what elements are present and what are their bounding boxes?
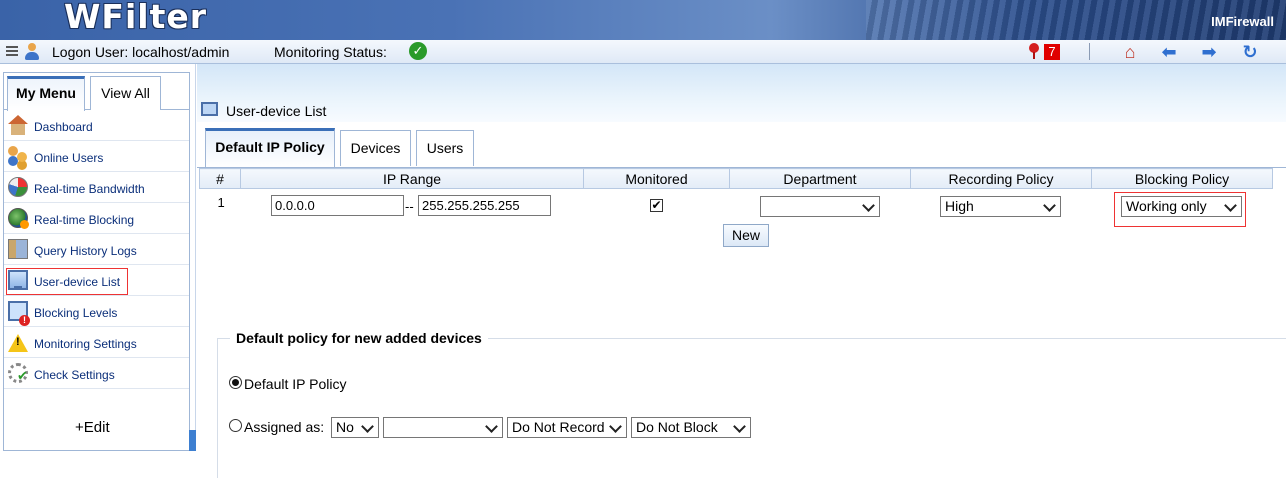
user-icon bbox=[24, 43, 40, 61]
users-icon bbox=[8, 146, 28, 166]
sidebar-item-blocking-levels[interactable]: Blocking Levels bbox=[4, 296, 189, 327]
sidebar-item-label: Dashboard bbox=[34, 120, 93, 134]
row-index: 1 bbox=[217, 195, 225, 210]
menu-toggle-icon[interactable] bbox=[6, 46, 18, 58]
pie-chart-icon bbox=[8, 177, 28, 197]
ip-range-separator: -- bbox=[405, 199, 414, 214]
ip-start-input[interactable] bbox=[271, 195, 404, 216]
tab-default-ip-policy[interactable]: Default IP Policy bbox=[205, 128, 335, 168]
assigned-as-label: Assigned as: bbox=[244, 419, 325, 435]
forward-arrow-icon[interactable]: ➡ bbox=[1199, 42, 1219, 62]
globe-icon bbox=[8, 208, 29, 229]
sidebar-item-label: Blocking Levels bbox=[34, 306, 118, 320]
default-policy-legend: Default policy for new added devices bbox=[230, 330, 488, 346]
monitor-alert-icon bbox=[8, 301, 30, 326]
refresh-icon[interactable]: ↻ bbox=[1240, 42, 1260, 62]
sidebar-item-label: Real-time Blocking bbox=[34, 213, 135, 227]
monitor-icon bbox=[8, 270, 28, 290]
sidebar: My Menu View All Dashboard Online Users … bbox=[0, 64, 196, 451]
sidebar-scrollbar[interactable] bbox=[189, 430, 196, 451]
sidebar-item-user-device-list[interactable]: User-device List bbox=[4, 265, 189, 296]
warning-icon bbox=[8, 332, 28, 352]
column-header-ip-range: IP Range bbox=[240, 168, 584, 189]
sidebar-item-label: Real-time Bandwidth bbox=[34, 182, 145, 196]
column-header-department: Department bbox=[729, 168, 911, 189]
sidebar-item-check-settings[interactable]: Check Settings bbox=[4, 358, 189, 389]
sidebar-item-online-users[interactable]: Online Users bbox=[4, 141, 189, 172]
main-content: User-device List Default IP Policy Devic… bbox=[197, 64, 1286, 478]
new-button[interactable]: New bbox=[723, 224, 769, 247]
column-header-monitored: Monitored bbox=[583, 168, 730, 189]
alert-count-badge[interactable]: 7 bbox=[1044, 44, 1060, 60]
default-ip-policy-label: Default IP Policy bbox=[244, 376, 347, 392]
column-header-blocking-policy: Blocking Policy bbox=[1091, 168, 1273, 189]
gear-check-icon bbox=[8, 363, 28, 384]
assigned-department-select[interactable] bbox=[383, 417, 503, 438]
sidebar-item-label: User-device List bbox=[34, 275, 121, 289]
sidebar-item-label: Online Users bbox=[34, 151, 104, 165]
status-ok-icon: ✓ bbox=[409, 42, 427, 60]
tab-devices[interactable]: Devices bbox=[340, 130, 411, 166]
sidebar-item-label: Query History Logs bbox=[34, 244, 137, 258]
status-bar: Logon User: localhost/admin Monitoring S… bbox=[0, 40, 1286, 64]
tab-my-menu[interactable]: My Menu bbox=[7, 76, 85, 111]
sidebar-item-dashboard[interactable]: Dashboard bbox=[4, 110, 189, 141]
recording-policy-select[interactable]: High bbox=[940, 196, 1061, 217]
page-title: User-device List bbox=[226, 103, 327, 119]
header-banner: WFilter IMFirewall bbox=[0, 0, 1286, 40]
back-arrow-icon[interactable]: ⬅ bbox=[1159, 42, 1179, 62]
tab-bar: Default IP Policy Devices Users bbox=[197, 122, 1286, 168]
assigned-as-radio[interactable] bbox=[229, 419, 242, 432]
table-header-row: # IP Range Monitored Department Recordin… bbox=[199, 168, 1273, 189]
column-header-index: # bbox=[199, 168, 241, 189]
default-ip-policy-radio[interactable] bbox=[229, 376, 242, 389]
monitor-icon bbox=[201, 102, 218, 116]
sidebar-item-label: Check Settings bbox=[34, 368, 115, 382]
sidebar-item-query-history-logs[interactable]: Query History Logs bbox=[4, 234, 189, 265]
assigned-recording-select[interactable]: Do Not Record bbox=[507, 417, 627, 438]
alert-pin-icon[interactable] bbox=[1028, 43, 1040, 59]
sidebar-item-label: Monitoring Settings bbox=[34, 337, 137, 351]
home-icon[interactable]: ⌂ bbox=[1120, 42, 1140, 62]
assigned-blocking-select[interactable]: Do Not Block bbox=[631, 417, 751, 438]
product-name: IMFirewall bbox=[1211, 14, 1274, 29]
ip-end-input[interactable] bbox=[418, 195, 551, 216]
sidebar-item-realtime-bandwidth[interactable]: Real-time Bandwidth bbox=[4, 172, 189, 203]
department-select[interactable] bbox=[760, 196, 880, 217]
tab-users[interactable]: Users bbox=[416, 130, 474, 166]
sidebar-item-monitoring-settings[interactable]: Monitoring Settings bbox=[4, 327, 189, 358]
sidebar-tabs: My Menu View All bbox=[3, 72, 190, 111]
blocking-policy-select[interactable]: Working only bbox=[1121, 196, 1242, 217]
tab-view-all[interactable]: View All bbox=[90, 76, 161, 110]
document-icon bbox=[8, 239, 28, 259]
default-policy-group bbox=[217, 338, 1286, 478]
sidebar-item-realtime-blocking[interactable]: Real-time Blocking bbox=[4, 203, 189, 234]
sidebar-menu: Dashboard Online Users Real-time Bandwid… bbox=[4, 110, 189, 389]
logon-user: Logon User: localhost/admin bbox=[52, 44, 230, 60]
monitoring-status-label: Monitoring Status: bbox=[274, 44, 387, 60]
home-icon bbox=[8, 115, 28, 135]
page-header: User-device List bbox=[197, 64, 1286, 122]
toolbar-divider bbox=[1089, 43, 1090, 60]
edit-menu-link[interactable]: +Edit bbox=[75, 419, 110, 436]
brand-logo: WFilter bbox=[64, 0, 207, 36]
assigned-monitor-select[interactable]: No bbox=[331, 417, 379, 438]
monitored-checkbox[interactable]: ✔ bbox=[650, 199, 663, 212]
column-header-recording-policy: Recording Policy bbox=[910, 168, 1092, 189]
